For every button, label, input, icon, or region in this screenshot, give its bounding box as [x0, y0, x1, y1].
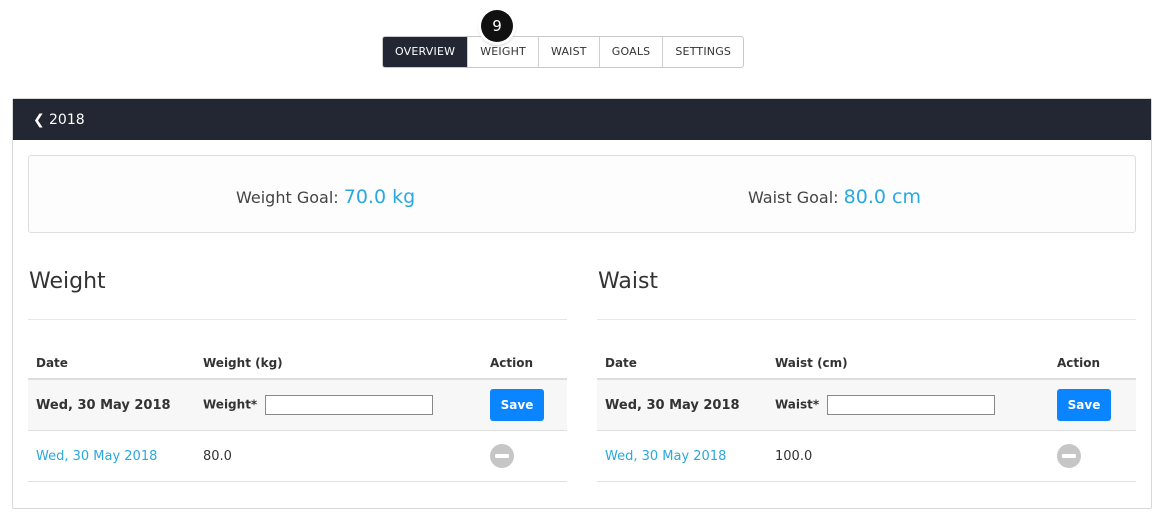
weight-section: Weight Date Weight (kg) Action Wed, 30 M…	[28, 269, 567, 482]
remove-icon[interactable]	[1057, 444, 1081, 468]
entry-date-link[interactable]: Wed, 30 May 2018	[36, 449, 157, 464]
entry-date-link[interactable]: Wed, 30 May 2018	[605, 449, 726, 464]
waist-field-label: Waist*	[775, 397, 820, 412]
top-tab-bar: OVERVIEW WEIGHT WAIST GOALS SETTINGS	[382, 36, 745, 68]
column-header-weight: Weight (kg)	[195, 348, 482, 380]
waist-input[interactable]	[827, 395, 996, 415]
weight-table: Date Weight (kg) Action Wed, 30 May 2018…	[28, 348, 567, 482]
save-waist-button[interactable]: Save	[1057, 389, 1111, 421]
step-number-badge: 9	[481, 10, 513, 42]
tab-weight[interactable]: WEIGHT	[467, 37, 538, 67]
waist-value: 100.0	[767, 430, 1049, 482]
column-header-date: Date	[597, 348, 767, 380]
entry-date: Wed, 30 May 2018	[28, 379, 195, 431]
column-header-action: Action	[482, 348, 567, 380]
tab-overview[interactable]: OVERVIEW	[383, 37, 468, 67]
column-header-action: Action	[1049, 348, 1136, 380]
weight-value: 80.0	[195, 430, 482, 482]
weight-section-title: Weight	[28, 269, 567, 320]
table-row: Wed, 30 May 2018 80.0	[28, 430, 567, 482]
table-row: Wed, 30 May 2018 100.0	[597, 430, 1136, 482]
entry-date: Wed, 30 May 2018	[597, 379, 767, 431]
remove-icon[interactable]	[490, 444, 514, 468]
column-header-date: Date	[28, 348, 195, 380]
tab-goals[interactable]: GOALS	[598, 37, 663, 67]
waist-goal: Waist Goal: 80.0 cm	[748, 186, 921, 208]
column-header-waist: Waist (cm)	[767, 348, 1049, 380]
chevron-left-icon[interactable]: ❮	[33, 112, 49, 128]
weight-goal-value: 70.0 kg	[343, 186, 416, 208]
tab-waist[interactable]: WAIST	[537, 37, 599, 67]
tab-settings[interactable]: SETTINGS	[662, 37, 743, 67]
waist-entry-form-row: Wed, 30 May 2018 Waist* Save	[597, 379, 1136, 431]
weight-field-label: Weight*	[203, 397, 258, 412]
year-label[interactable]: 2018	[49, 112, 85, 128]
weight-input[interactable]	[265, 395, 434, 415]
waist-table: Date Waist (cm) Action Wed, 30 May 2018 …	[597, 348, 1136, 482]
waist-section-title: Waist	[597, 269, 1136, 320]
main-panel: ❮ 2018 Weight Goal: 70.0 kg Waist Goal: …	[12, 98, 1152, 509]
save-weight-button[interactable]: Save	[490, 389, 544, 421]
waist-section: Waist Date Waist (cm) Action Wed, 30 May…	[597, 269, 1136, 482]
weight-goal: Weight Goal: 70.0 kg	[236, 186, 415, 208]
weight-goal-label: Weight Goal:	[236, 188, 339, 207]
panel-header: ❮ 2018	[13, 99, 1151, 140]
goals-summary: Weight Goal: 70.0 kg Waist Goal: 80.0 cm	[28, 155, 1136, 233]
waist-goal-label: Waist Goal:	[748, 188, 839, 207]
waist-goal-value: 80.0 cm	[843, 186, 921, 208]
weight-entry-form-row: Wed, 30 May 2018 Weight* Save	[28, 379, 567, 431]
